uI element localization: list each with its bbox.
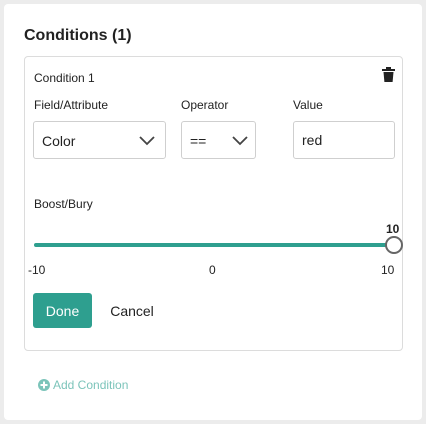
plus-circle-icon xyxy=(38,379,50,391)
boost-bury-slider-thumb[interactable] xyxy=(385,236,403,254)
boost-bury-label: Boost/Bury xyxy=(34,197,93,211)
field-attribute-value: Color xyxy=(42,133,76,149)
add-condition-label: Add Condition xyxy=(53,378,129,392)
slider-min-label: -10 xyxy=(28,263,46,277)
operator-value: == xyxy=(190,133,207,149)
value-label: Value xyxy=(293,98,323,112)
done-button[interactable]: Done xyxy=(33,293,92,328)
operator-select[interactable]: == xyxy=(181,121,256,159)
trash-icon[interactable] xyxy=(382,67,395,82)
slider-max-label: 10 xyxy=(381,263,395,277)
field-attribute-select[interactable]: Color xyxy=(33,121,166,159)
condition-label: Condition 1 xyxy=(34,71,95,85)
chevron-down-icon xyxy=(232,136,248,146)
cancel-button[interactable]: Cancel xyxy=(100,293,164,328)
operator-label: Operator xyxy=(181,98,229,112)
boost-bury-slider-track[interactable] xyxy=(34,243,395,247)
panel-title: Conditions (1) xyxy=(24,27,132,44)
value-input[interactable] xyxy=(293,121,395,159)
conditions-panel: Conditions (1) Condition 1 Field/Attribu… xyxy=(4,4,422,420)
chevron-down-icon xyxy=(139,136,155,146)
add-condition-button[interactable]: Add Condition xyxy=(38,377,128,393)
slider-mid-label: 0 xyxy=(209,263,216,277)
field-attribute-label: Field/Attribute xyxy=(34,98,109,112)
slider-current-value: 10 xyxy=(386,222,400,236)
condition-card: Condition 1 Field/Attribute Operator Val… xyxy=(24,56,403,351)
